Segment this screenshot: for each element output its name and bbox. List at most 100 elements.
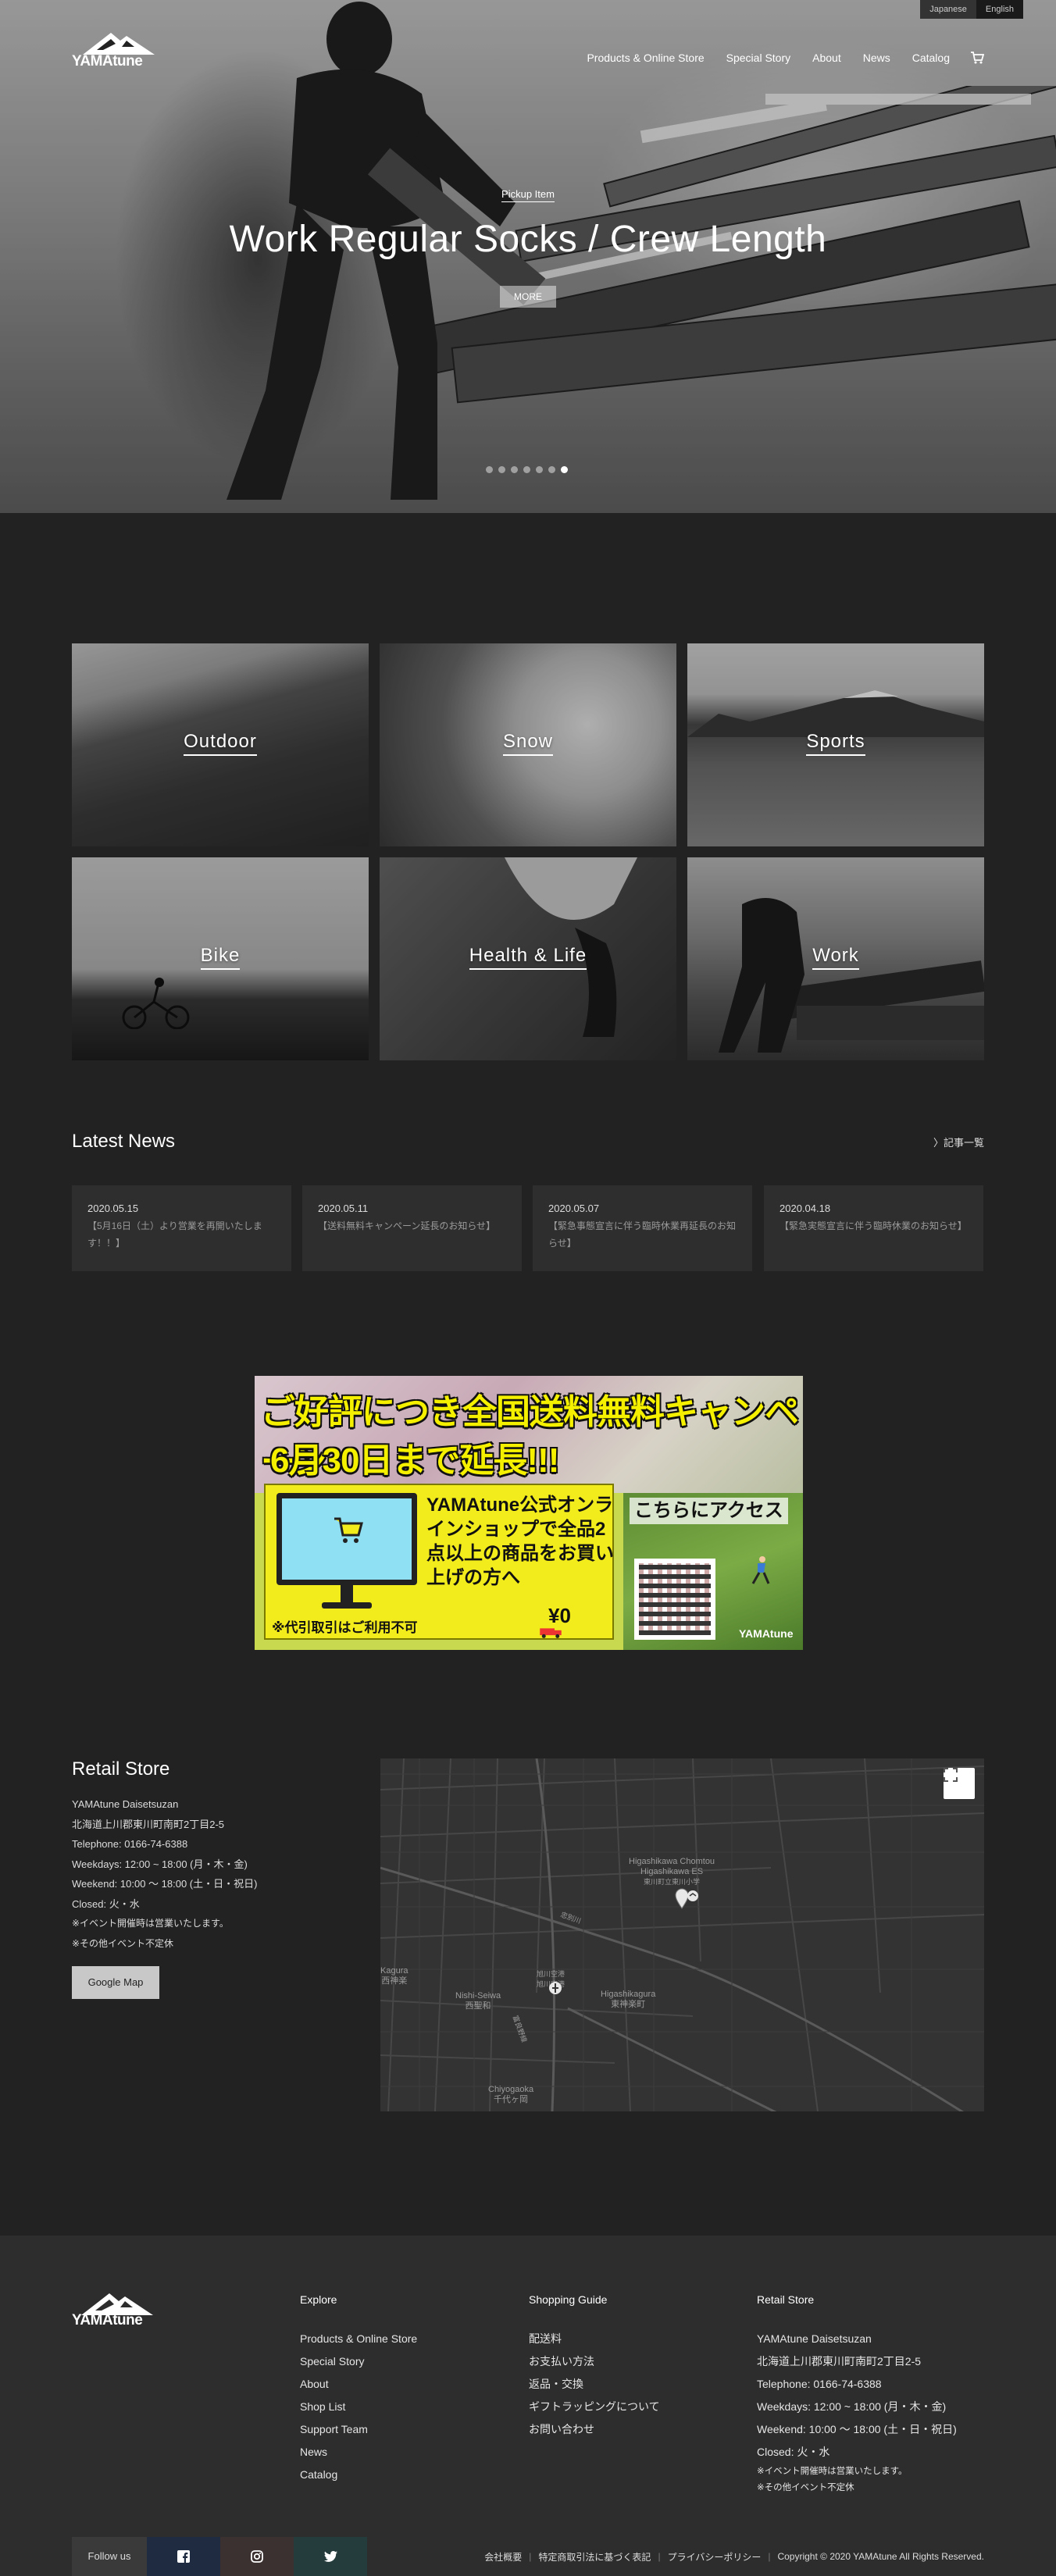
footer-link[interactable]: Special Story xyxy=(300,2350,417,2373)
slider-dot[interactable] xyxy=(486,466,493,473)
banner-promo-box: YAMAtune公式オンラインショップで全品2点以上の商品をお買い上げの方へ ※… xyxy=(264,1484,614,1640)
banner-promo-text: YAMAtune公式オンラインショップで全品2点以上の商品をお買い上げの方へ xyxy=(426,1495,614,1588)
news-date: 2020.05.11 xyxy=(318,1202,369,1214)
news-date: 2020.04.18 xyxy=(780,1202,831,1214)
hero-caption: Pickup Item Work Regular Socks / Crew Le… xyxy=(0,187,1056,308)
store-weekdays: Weekdays: 12:00 ~ 18:00 (月・木・金) xyxy=(72,1858,248,1870)
map-label: Higashikagura 東神楽町 xyxy=(601,1990,656,2009)
news-heading: Latest News xyxy=(72,1131,176,1152)
footer-retail-heading: Retail Store xyxy=(757,2293,815,2306)
store-address: 北海道上川郡東川町南町2丁目2-5 xyxy=(72,1818,225,1830)
twitter-link[interactable] xyxy=(294,2537,367,2576)
lang-japanese[interactable]: Japanese xyxy=(920,0,976,19)
google-map-button[interactable]: Google Map xyxy=(72,1966,159,1999)
facebook-icon xyxy=(177,2550,190,2563)
store-map[interactable]: Higashikawa Chomtou Higashikawa ES 東川町立東… xyxy=(380,1758,984,2111)
category-health-life[interactable]: Health & Life xyxy=(380,857,676,1060)
nav-about[interactable]: About xyxy=(812,52,841,64)
news-card[interactable]: 2020.04.18 【緊急実態宣言に伴う臨時休業のお知らせ】 xyxy=(764,1185,983,1271)
logo-wordmark: YAMAtune xyxy=(72,53,143,69)
site-footer: YAMAtune Explore Products & Online Store… xyxy=(0,2236,1056,2576)
privacy-policy-link[interactable]: プライバシーポリシー xyxy=(668,2550,762,2564)
category-bike[interactable]: Bike xyxy=(72,857,369,1060)
hero-more-button[interactable]: MORE xyxy=(500,286,556,308)
facebook-link[interactable] xyxy=(147,2537,220,2576)
news-list: 2020.05.15 【5月16日（土）より営業を再開いたします！！】 2020… xyxy=(72,1185,984,1271)
hero-title: Work Regular Socks / Crew Length xyxy=(229,219,827,260)
banner-subheadline: 6月30日まで延長!!! xyxy=(270,1441,559,1480)
footer-link[interactable]: About xyxy=(300,2373,417,2396)
footer-store-note: ※その他イベント不定休 xyxy=(757,2483,854,2492)
news-text: 【緊急実態宣言に伴う臨時休業のお知らせ】 xyxy=(780,1220,967,1231)
nav-products[interactable]: Products & Online Store xyxy=(587,52,704,64)
map-label: Chiyogaoka 千代ヶ岡 xyxy=(488,2085,534,2104)
footer-link[interactable]: 返品・交換 xyxy=(529,2373,660,2396)
footer-link[interactable]: Catalog xyxy=(300,2464,417,2486)
campaign-banner[interactable]: ご好評につき全国送料無料キャンペーン 6月30日まで延長!!! YAMAtune… xyxy=(255,1376,803,1650)
qr-code-icon xyxy=(634,1559,715,1640)
footer-guide-heading: Shopping Guide xyxy=(529,2293,608,2306)
news-all-link[interactable]: 〉記事一覧 xyxy=(933,1135,984,1149)
fullscreen-icon xyxy=(944,1768,958,1782)
footer-legal: 会社概要 | 特定商取引法に基づく表記 | プライバシーポリシー | Copyr… xyxy=(484,2550,984,2564)
footer-link[interactable]: News xyxy=(300,2441,417,2464)
instagram-icon xyxy=(251,2550,263,2563)
school-pin-icon xyxy=(687,1890,698,1901)
main-nav: Products & Online Store Special Story Ab… xyxy=(565,52,984,64)
map-label: Kagura 西神楽 xyxy=(380,1966,408,1986)
site-logo[interactable]: YAMAtune xyxy=(72,30,156,70)
news-card[interactable]: 2020.05.15 【5月16日（土）より営業を再開いたします！！】 xyxy=(72,1185,291,1271)
footer-link[interactable]: ギフトラッピングについて xyxy=(529,2396,660,2418)
nav-catalog[interactable]: Catalog xyxy=(912,52,950,64)
footer-retail-store: Retail Store YAMAtune Daisetsuzan 北海道上川郡… xyxy=(757,2293,957,2496)
store-note: ※イベント開催時は営業いたします。 xyxy=(72,1918,229,1929)
footer-link[interactable]: 配送料 xyxy=(529,2328,660,2350)
copyright-text: Copyright © 2020 YAMAtune All Rights Res… xyxy=(777,2551,984,2562)
category-work[interactable]: Work xyxy=(687,857,984,1060)
footer-link[interactable]: お問い合わせ xyxy=(529,2418,660,2441)
slider-dot[interactable] xyxy=(548,466,555,473)
map-label: Nishi-Seiwa 西聖和 xyxy=(455,1991,501,2011)
footer-link[interactable]: お支払い方法 xyxy=(529,2350,660,2373)
footer-logo-wordmark: YAMAtune xyxy=(72,2312,143,2328)
lang-english[interactable]: English xyxy=(976,0,1023,19)
cart-icon[interactable] xyxy=(970,52,984,64)
slider-dot[interactable] xyxy=(511,466,518,473)
footer-link[interactable]: Support Team xyxy=(300,2418,417,2441)
hero-kicker: Pickup Item xyxy=(501,188,555,202)
news-card[interactable]: 2020.05.11 【送料無料キャンペーン延長のお知らせ】 xyxy=(302,1185,522,1271)
category-snow[interactable]: Snow xyxy=(380,643,676,846)
banner-note: ※代引取引はご利用不可 xyxy=(272,1620,418,1635)
footer-store-name: YAMAtune Daisetsuzan xyxy=(757,2332,872,2345)
map-fullscreen-button[interactable] xyxy=(944,1768,975,1799)
category-outdoor[interactable]: Outdoor xyxy=(72,643,369,846)
news-card[interactable]: 2020.05.07 【緊急事態宣言に伴う臨時休業再延長のお知らせ】 xyxy=(533,1185,752,1271)
footer-store-address: 北海道上川郡東川町南町2丁目2-5 xyxy=(757,2355,922,2368)
slider-dot[interactable] xyxy=(498,466,505,473)
commerce-law-link[interactable]: 特定商取引法に基づく表記 xyxy=(538,2550,651,2564)
company-link[interactable]: 会社概要 xyxy=(484,2550,522,2564)
footer-store-weekend: Weekend: 10:00 〜 18:00 (土・日・祝日) xyxy=(757,2423,957,2435)
banner-access-panel: こちらにアクセス YAMAtune xyxy=(623,1493,803,1650)
footer-link[interactable]: Products & Online Store xyxy=(300,2328,417,2350)
slider-dot[interactable] xyxy=(523,466,530,473)
footer-store-closed: Closed: 火・水 xyxy=(757,2446,830,2458)
slider-dot[interactable] xyxy=(561,466,568,473)
instagram-link[interactable] xyxy=(220,2537,294,2576)
slider-dots xyxy=(486,466,568,473)
nav-news[interactable]: News xyxy=(863,52,890,64)
nav-special-story[interactable]: Special Story xyxy=(726,52,790,64)
latest-news: Latest News 〉記事一覧 2020.05.15 【5月16日（土）より… xyxy=(72,1131,984,1271)
category-label: Bike xyxy=(200,945,241,970)
category-sports[interactable]: Sports xyxy=(687,643,984,846)
slider-dot[interactable] xyxy=(536,466,543,473)
store-closed: Closed: 火・水 xyxy=(72,1897,140,1910)
news-text: 【5月16日（土）より営業を再開いたします！！】 xyxy=(87,1220,262,1249)
footer-link[interactable]: Shop List xyxy=(300,2396,417,2418)
news-date: 2020.05.15 xyxy=(87,1202,139,1214)
category-label: Work xyxy=(812,945,859,970)
retail-store: Retail Store YAMAtune Daisetsuzan 北海道上川郡… xyxy=(72,1758,984,2111)
news-text: 【緊急事態宣言に伴う臨時休業再延長のお知らせ】 xyxy=(548,1220,737,1249)
mountain-logo-icon xyxy=(83,33,155,55)
footer-logo[interactable]: YAMAtune xyxy=(72,2290,155,2329)
